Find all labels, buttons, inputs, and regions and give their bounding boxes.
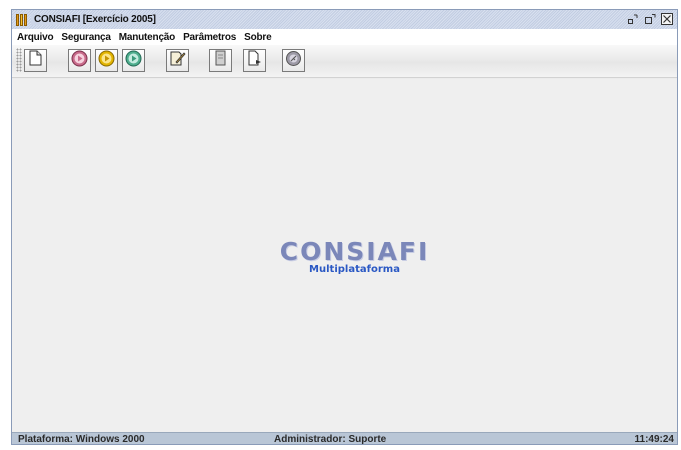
settings-disc-icon [285, 50, 302, 72]
minimize-icon[interactable] [627, 13, 639, 25]
toolbar-button-play-yellow[interactable] [95, 49, 118, 72]
toolbar-grip[interactable] [16, 48, 22, 72]
menu-seguranca[interactable]: Segurança [61, 32, 111, 43]
application-window: CONSIAFI [Exercício 2005] Arquivo Segura… [11, 9, 678, 445]
edit-document-icon [169, 50, 186, 72]
toolbar-button-play-green[interactable] [122, 49, 145, 72]
toolbar-button-export[interactable] [243, 49, 266, 72]
play-green-icon [125, 50, 142, 72]
status-time: 11:49:24 [634, 434, 674, 445]
status-user: Administrador: Suporte [274, 434, 387, 445]
toolbar-button-settings[interactable] [282, 49, 305, 72]
window-controls [627, 13, 673, 25]
maximize-icon[interactable] [644, 13, 656, 25]
new-document-icon [28, 50, 43, 71]
close-icon[interactable] [661, 13, 673, 25]
toolbar [12, 45, 677, 78]
title-bar[interactable]: CONSIAFI [Exercício 2005] [12, 10, 677, 29]
status-bar: Plataforma: Windows 2000 Administrador: … [12, 432, 677, 445]
toolbar-button-gray-doc[interactable] [209, 49, 232, 72]
menu-arquivo[interactable]: Arquivo [17, 32, 54, 43]
stop-record-icon [71, 50, 88, 72]
main-content-area: CONSIAFI Multiplataforma [12, 79, 677, 432]
app-logo-icon [16, 13, 27, 26]
logo-title: CONSIAFI [279, 237, 430, 266]
menu-bar: Arquivo Segurança Manutenção Parâmetros … [12, 29, 677, 45]
toolbar-button-edit[interactable] [166, 49, 189, 72]
menu-parametros[interactable]: Parâmetros [183, 32, 236, 43]
export-document-icon [247, 50, 263, 72]
play-yellow-icon [98, 50, 115, 72]
logo-subtitle: Multiplataforma [309, 264, 400, 275]
status-platform: Plataforma: Windows 2000 [18, 434, 145, 445]
window-title: CONSIAFI [Exercício 2005] [31, 14, 159, 25]
toolbar-button-new[interactable] [24, 49, 47, 72]
menu-manutencao[interactable]: Manutenção [119, 32, 176, 43]
toolbar-button-stop[interactable] [68, 49, 91, 72]
gray-document-icon [214, 50, 227, 71]
menu-sobre[interactable]: Sobre [244, 32, 272, 43]
